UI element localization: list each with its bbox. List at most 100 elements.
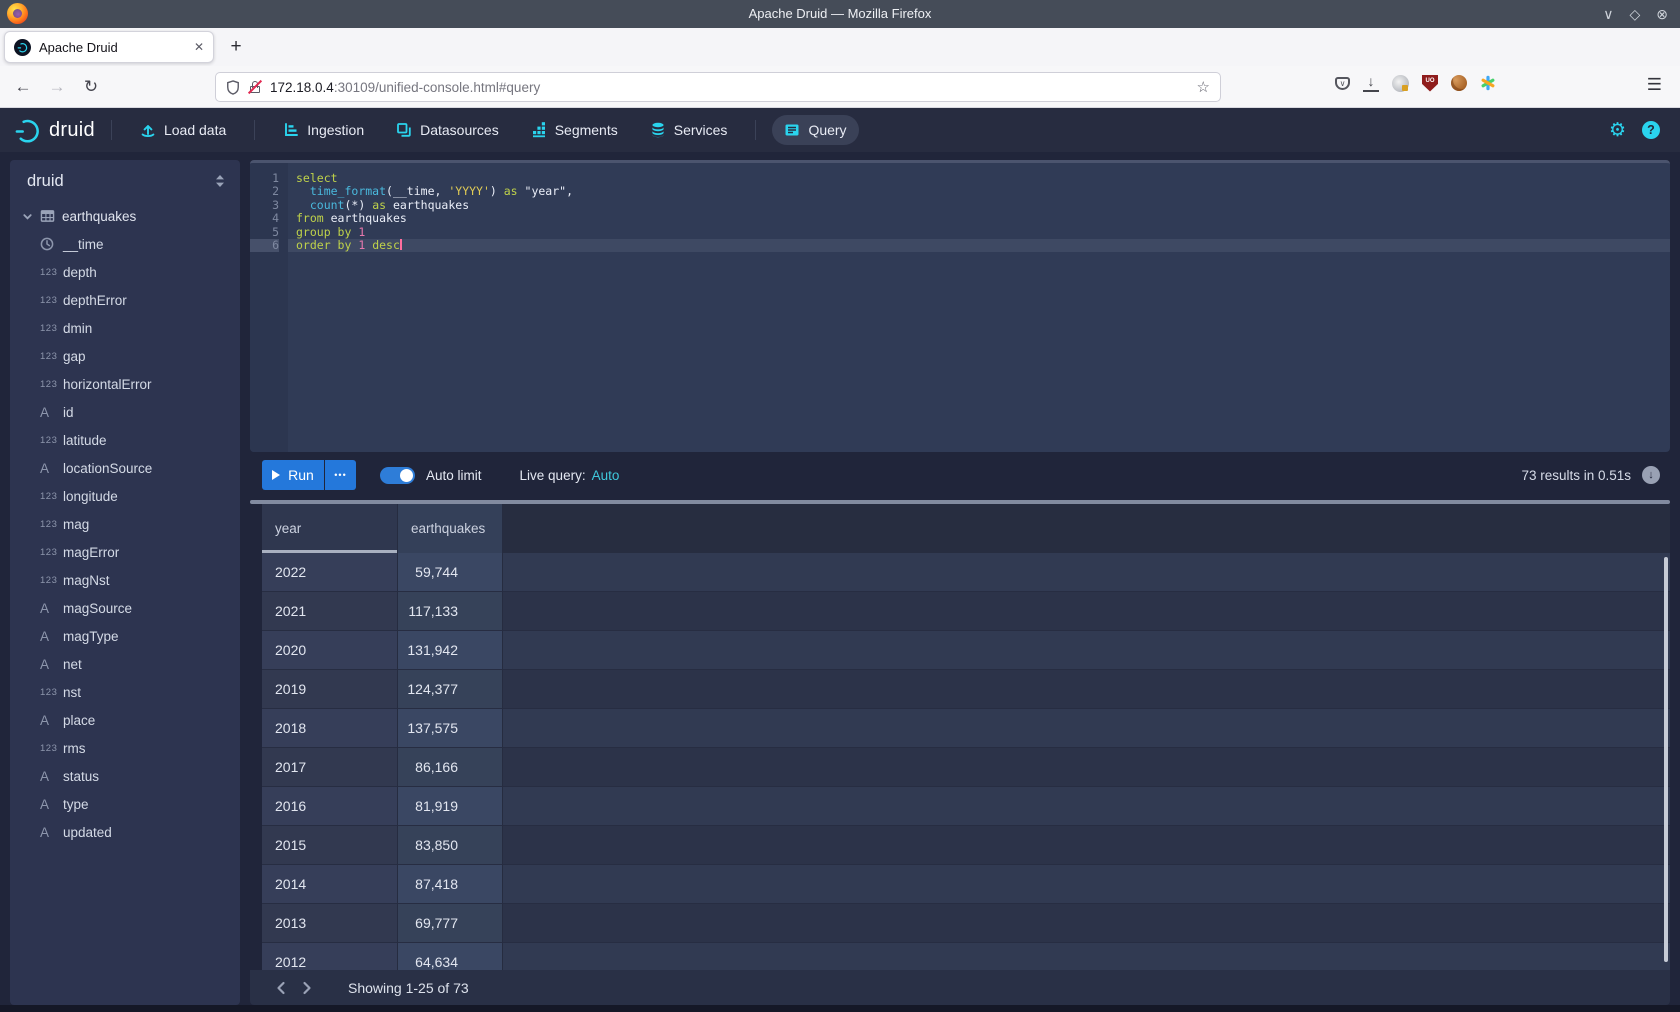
cell-year[interactable]: 2012 xyxy=(262,943,398,970)
cell-year[interactable]: 2022 xyxy=(262,553,398,592)
sidebar-column-gap[interactable]: 123gap xyxy=(10,342,240,370)
sidebar-column-net[interactable]: Anet xyxy=(10,650,240,678)
nav-item-datasources[interactable]: Datasources xyxy=(384,115,511,145)
sidebar-column-horizontalError[interactable]: 123horizontalError xyxy=(10,370,240,398)
downloads-icon[interactable]: ↓ xyxy=(1363,74,1379,92)
cell-year[interactable]: 2020 xyxy=(262,631,398,670)
sidebar-column-updated[interactable]: Aupdated xyxy=(10,818,240,846)
sidebar-column-depthError[interactable]: 123depthError xyxy=(10,286,240,314)
table-row[interactable]: 2021117,133 xyxy=(250,592,1670,631)
sidebar-column-depth[interactable]: 123depth xyxy=(10,258,240,286)
sidebar-column-latitude[interactable]: 123latitude xyxy=(10,426,240,454)
ublock-icon[interactable]: UO xyxy=(1422,75,1438,92)
sidebar-column-id[interactable]: Aid xyxy=(10,398,240,426)
sidebar-table-earthquakes[interactable]: earthquakes xyxy=(10,202,240,230)
double-caret-sort-icon[interactable] xyxy=(214,174,226,188)
cell-earthquakes[interactable]: 81,919 xyxy=(398,787,503,826)
cell-year[interactable]: 2018 xyxy=(262,709,398,748)
cell-earthquakes[interactable]: 64,634 xyxy=(398,943,503,970)
next-page-icon[interactable] xyxy=(294,981,320,995)
run-button[interactable]: Run xyxy=(262,460,324,490)
column-header-earthquakes[interactable]: earthquakes xyxy=(398,504,503,553)
insecure-lock-icon[interactable] xyxy=(248,80,262,94)
help-icon[interactable]: ? xyxy=(1642,121,1660,139)
menu-hamburger-icon[interactable]: ☰ xyxy=(1647,75,1662,95)
sidebar-column-magSource[interactable]: AmagSource xyxy=(10,594,240,622)
nav-item-load-data[interactable]: Load data xyxy=(128,115,238,145)
sidebar-column-status[interactable]: Astatus xyxy=(10,762,240,790)
chevron-down-icon[interactable] xyxy=(22,211,33,222)
auto-limit-toggle[interactable] xyxy=(380,467,415,484)
sidebar-column-locationSource[interactable]: AlocationSource xyxy=(10,454,240,482)
sidebar-column-dmin[interactable]: 123dmin xyxy=(10,314,240,342)
colorful-asterisk-extension-icon[interactable] xyxy=(1480,75,1496,91)
table-row[interactable]: 202259,744 xyxy=(250,553,1670,592)
cell-earthquakes[interactable]: 87,418 xyxy=(398,865,503,904)
table-row[interactable]: 201681,919 xyxy=(250,787,1670,826)
nav-item-segments[interactable]: Segments xyxy=(519,115,630,145)
cell-earthquakes[interactable]: 69,777 xyxy=(398,904,503,943)
tab-close-icon[interactable]: ✕ xyxy=(194,40,204,54)
cell-earthquakes[interactable]: 83,850 xyxy=(398,826,503,865)
prev-page-icon[interactable] xyxy=(268,981,294,995)
cell-earthquakes[interactable]: 131,942 xyxy=(398,631,503,670)
cell-year[interactable]: 2013 xyxy=(262,904,398,943)
cell-filler xyxy=(503,904,1670,943)
table-row[interactable]: 201264,634 xyxy=(250,943,1670,970)
sidebar-column-rms[interactable]: 123rms xyxy=(10,734,240,762)
download-results-icon[interactable]: ↓ xyxy=(1642,466,1660,484)
window-minimize-icon[interactable]: ∨ xyxy=(1603,6,1613,23)
table-row[interactable]: 2020131,942 xyxy=(250,631,1670,670)
nav-item-services[interactable]: Services xyxy=(638,115,740,145)
cell-year[interactable]: 2015 xyxy=(262,826,398,865)
nav-item-ingestion[interactable]: Ingestion xyxy=(271,115,376,145)
sidebar-column-magError[interactable]: 123magError xyxy=(10,538,240,566)
table-row[interactable]: 201487,418 xyxy=(250,865,1670,904)
bookmark-star-icon[interactable]: ☆ xyxy=(1197,78,1210,96)
table-row[interactable]: 2019124,377 xyxy=(250,670,1670,709)
sidebar-column-type[interactable]: Atype xyxy=(10,790,240,818)
cell-year[interactable]: 2017 xyxy=(262,748,398,787)
nav-item-query[interactable]: Query xyxy=(772,115,858,145)
table-row[interactable]: 201786,166 xyxy=(250,748,1670,787)
sql-editor[interactable]: 123456 select time_format(__time, 'YYYY'… xyxy=(250,160,1670,452)
nav-item-label: Services xyxy=(674,122,728,138)
cell-earthquakes[interactable]: 59,744 xyxy=(398,553,503,592)
window-close-icon[interactable]: ⊗ xyxy=(1656,6,1668,23)
cell-year[interactable]: 2021 xyxy=(262,592,398,631)
cell-earthquakes[interactable]: 124,377 xyxy=(398,670,503,709)
forward-button[interactable]: → xyxy=(44,74,70,100)
sidebar-column-longitude[interactable]: 123longitude xyxy=(10,482,240,510)
cell-earthquakes[interactable]: 137,575 xyxy=(398,709,503,748)
cell-year[interactable]: 2014 xyxy=(262,865,398,904)
cell-earthquakes[interactable]: 86,166 xyxy=(398,748,503,787)
tracking-shield-icon[interactable] xyxy=(226,80,240,95)
browser-tab[interactable]: Apache Druid ✕ xyxy=(4,31,214,63)
reload-button[interactable]: ↻ xyxy=(78,74,104,100)
results-scrollbar[interactable] xyxy=(1664,557,1668,962)
druid-brand[interactable]: druid xyxy=(14,117,95,144)
run-more-button[interactable]: ••• xyxy=(325,460,356,490)
cell-year[interactable]: 2019 xyxy=(262,670,398,709)
settings-gear-icon[interactable]: ⚙ xyxy=(1609,119,1626,141)
new-tab-button[interactable]: + xyxy=(222,33,250,61)
sidebar-column-place[interactable]: Aplace xyxy=(10,706,240,734)
table-row[interactable]: 2018137,575 xyxy=(250,709,1670,748)
sidebar-column-magNst[interactable]: 123magNst xyxy=(10,566,240,594)
sidebar-column-magType[interactable]: AmagType xyxy=(10,622,240,650)
cookie-extension-icon[interactable] xyxy=(1451,75,1467,91)
sidebar-column-mag[interactable]: 123mag xyxy=(10,510,240,538)
column-header-year[interactable]: year xyxy=(262,504,398,553)
privacy-extension-icon[interactable] xyxy=(1392,75,1409,92)
back-button[interactable]: ← xyxy=(10,74,36,100)
live-query-value[interactable]: Auto xyxy=(592,468,620,483)
pocket-icon[interactable]: ∨ xyxy=(1335,77,1350,90)
window-maximize-icon[interactable]: ◇ xyxy=(1629,6,1640,23)
sidebar-column-__time[interactable]: __time xyxy=(10,230,240,258)
table-row[interactable]: 201583,850 xyxy=(250,826,1670,865)
table-row[interactable]: 201369,777 xyxy=(250,904,1670,943)
cell-year[interactable]: 2016 xyxy=(262,787,398,826)
sidebar-column-nst[interactable]: 123nst xyxy=(10,678,240,706)
url-bar[interactable]: 172.18.0.4:30109/unified-console.html#qu… xyxy=(215,72,1221,102)
cell-earthquakes[interactable]: 117,133 xyxy=(398,592,503,631)
